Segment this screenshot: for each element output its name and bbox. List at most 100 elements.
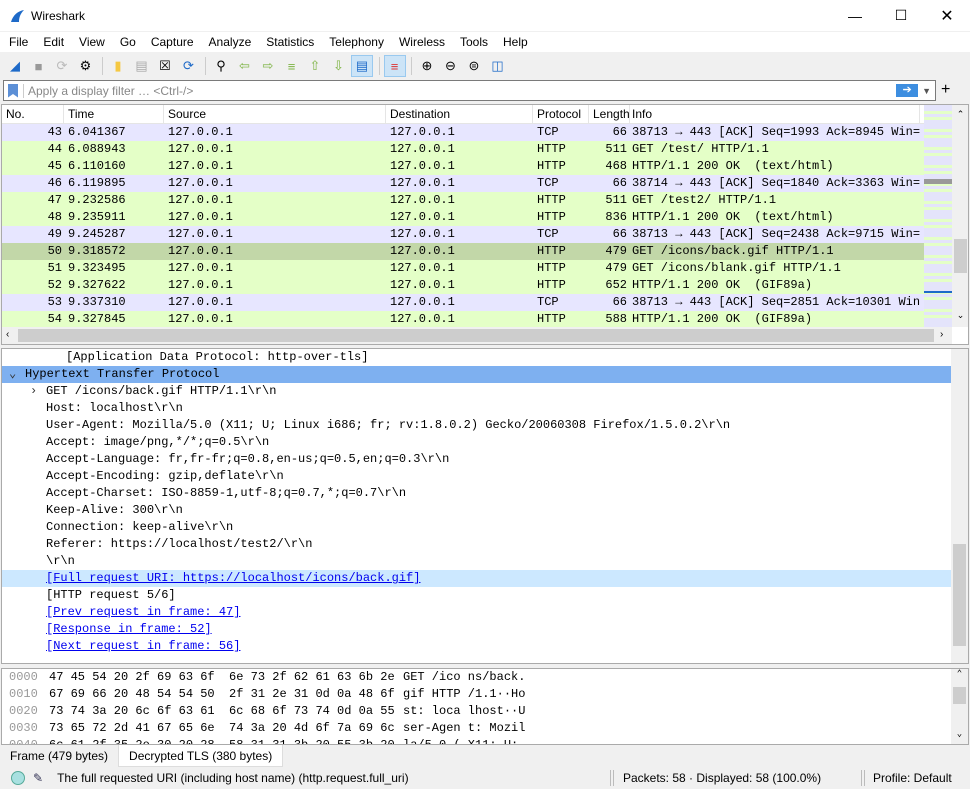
packet-minimap[interactable] bbox=[924, 105, 952, 327]
menu-go[interactable]: Go bbox=[111, 32, 142, 52]
profile-indicator[interactable]: Profile: Default bbox=[873, 771, 952, 785]
menu-analyze[interactable]: Analyze bbox=[200, 32, 258, 52]
packet-row[interactable]: 43 6.041367 127.0.0.1 127.0.0.1 TCP 66 38713 →… bbox=[2, 124, 924, 141]
detail-tree-item[interactable]: [Prev request in frame: 47] bbox=[2, 604, 968, 621]
byte-tab[interactable]: Decrypted TLS (380 bytes) bbox=[118, 745, 284, 767]
menu-capture[interactable]: Capture bbox=[142, 32, 200, 52]
packet-row[interactable]: 52 9.327622 127.0.0.1 127.0.0.1 HTTP 652 HTTP/… bbox=[2, 277, 924, 294]
packet-row[interactable]: 46 6.119895 127.0.0.1 127.0.0.1 TCP 66 38714 →… bbox=[2, 175, 924, 192]
collapsed-arrow-icon[interactable]: › bbox=[30, 383, 37, 400]
first-packet-icon[interactable]: ⇧ bbox=[304, 55, 326, 77]
detail-tree-item[interactable]: [Response in frame: 52] bbox=[2, 621, 968, 638]
maximize-button[interactable]: ☐ bbox=[878, 0, 924, 31]
add-filter-button-icon[interactable]: + bbox=[941, 80, 950, 100]
restart-capture-icon[interactable]: ⟳ bbox=[51, 55, 73, 77]
detail-tree-item[interactable]: [Full request URI: https://localhost/ico… bbox=[2, 570, 952, 587]
hex-bytes[interactable]: 73 74 3a 20 6c 6f 63 61 6c 68 6f 73 74 0… bbox=[44, 703, 403, 720]
normal-size-icon[interactable]: ⊜ bbox=[463, 55, 485, 77]
detail-link[interactable]: [Next request in frame: 56] bbox=[46, 639, 240, 653]
detail-tree-item[interactable]: Connection: keep-alive\r\n bbox=[2, 519, 968, 536]
packet-list-vertical-scrollbar[interactable]: ⌃ ⌄ bbox=[952, 105, 968, 327]
detail-tree-item[interactable]: › GET /icons/back.gif HTTP/1.1\r\n bbox=[2, 383, 968, 400]
find-packet-icon[interactable]: ⚲ bbox=[210, 55, 232, 77]
hex-bytes[interactable]: 47 45 54 20 2f 69 63 6f 6e 73 2f 62 61 6… bbox=[44, 669, 403, 686]
detail-tree-item[interactable]: User-Agent: Mozilla/5.0 (X11; U; Linux i… bbox=[2, 417, 968, 434]
packet-row[interactable]: 53 9.337310 127.0.0.1 127.0.0.1 TCP 66 38713 →… bbox=[2, 294, 924, 311]
zoom-in-icon[interactable]: ⊕ bbox=[416, 55, 438, 77]
capture-comment-icon[interactable]: ✎ bbox=[33, 771, 43, 785]
go-to-packet-icon[interactable]: ≡ bbox=[281, 55, 303, 77]
packet-row[interactable]: 49 9.245287 127.0.0.1 127.0.0.1 TCP 66 38713 →… bbox=[2, 226, 924, 243]
column-header-time[interactable]: Time bbox=[64, 105, 164, 123]
close-button[interactable]: ✕ bbox=[924, 0, 970, 31]
hex-ascii[interactable]: st: loca lhost··U bbox=[403, 703, 525, 720]
bytes-vertical-scrollbar[interactable]: ⌃ ⌄ bbox=[951, 669, 968, 744]
menu-edit[interactable]: Edit bbox=[34, 32, 70, 52]
reload-file-icon[interactable]: ⟳ bbox=[178, 55, 200, 77]
capture-options-icon[interactable]: ⚙ bbox=[75, 55, 97, 77]
detail-link[interactable]: [Full request URI: https://localhost/ico… bbox=[46, 571, 420, 585]
packet-row[interactable]: 54 9.327845 127.0.0.1 127.0.0.1 HTTP 588 HTTP/… bbox=[2, 311, 924, 328]
packet-row[interactable]: 44 6.088943 127.0.0.1 127.0.0.1 HTTP 511 GET /… bbox=[2, 141, 924, 158]
packet-row[interactable]: 50 9.318572 127.0.0.1 127.0.0.1 HTTP 479 GET /… bbox=[2, 243, 924, 260]
menu-view[interactable]: View bbox=[70, 32, 111, 52]
packet-list-horizontal-scrollbar[interactable]: ‹ › bbox=[2, 327, 952, 344]
detail-tree-item[interactable]: Accept: image/png,*/*;q=0.5\r\n bbox=[2, 434, 968, 451]
last-packet-icon[interactable]: ⇩ bbox=[328, 55, 350, 77]
hex-bytes[interactable]: 67 69 66 20 48 54 54 50 2f 31 2e 31 0d 0… bbox=[44, 686, 403, 703]
minimize-button[interactable]: — bbox=[832, 0, 878, 31]
hex-offset[interactable]: 0010 bbox=[2, 686, 44, 703]
detail-tree-item[interactable]: \r\n bbox=[2, 553, 968, 570]
packet-row[interactable]: 51 9.323495 127.0.0.1 127.0.0.1 HTTP 479 GET /… bbox=[2, 260, 924, 277]
details-vertical-scrollbar[interactable] bbox=[951, 349, 968, 663]
detail-tree-item[interactable]: Referer: https://localhost/test2/\r\n bbox=[2, 536, 968, 553]
column-header-info[interactable]: Info bbox=[630, 105, 920, 123]
display-filter-input[interactable]: Apply a display filter … <Ctrl-/> bbox=[23, 83, 896, 98]
menu-statistics[interactable]: Statistics bbox=[257, 32, 320, 52]
apply-filter-arrow-icon[interactable]: ➔ bbox=[896, 84, 919, 97]
save-file-icon[interactable]: ▤ bbox=[131, 55, 153, 77]
packet-row[interactable]: 48 9.235911 127.0.0.1 127.0.0.1 HTTP 836 HTTP/… bbox=[2, 209, 924, 226]
open-file-icon[interactable]: ▮ bbox=[107, 55, 129, 77]
detail-tree-item[interactable]: Accept-Language: fr,fr-fr;q=0.8,en-us;q=… bbox=[2, 451, 968, 468]
detail-tree-item[interactable]: Accept-Encoding: gzip,deflate\r\n bbox=[2, 468, 968, 485]
detail-tree-item[interactable]: [Next request in frame: 56] bbox=[2, 638, 968, 655]
menu-file[interactable]: File bbox=[0, 32, 34, 52]
detail-link[interactable]: [Response in frame: 52] bbox=[46, 622, 212, 636]
column-header-protocol[interactable]: Protocol bbox=[533, 105, 589, 123]
zoom-out-icon[interactable]: ⊖ bbox=[440, 55, 462, 77]
column-header-destination[interactable]: Destination bbox=[386, 105, 533, 123]
hex-ascii[interactable]: GET /ico ns/back. bbox=[403, 669, 525, 686]
hex-offset[interactable]: 0030 bbox=[2, 720, 44, 737]
hex-offset[interactable]: 0040 bbox=[2, 737, 44, 744]
column-header-source[interactable]: Source bbox=[164, 105, 386, 123]
menu-telephony[interactable]: Telephony bbox=[320, 32, 390, 52]
detail-tree-item[interactable]: Accept-Charset: ISO-8859-1,utf-8;q=0.7,*… bbox=[2, 485, 968, 502]
go-forward-icon[interactable]: ⇨ bbox=[257, 55, 279, 77]
hex-offset[interactable]: 0020 bbox=[2, 703, 44, 720]
packet-row[interactable]: 47 9.232586 127.0.0.1 127.0.0.1 HTTP 511 GET /… bbox=[2, 192, 924, 209]
detail-link[interactable]: [Prev request in frame: 47] bbox=[46, 605, 240, 619]
hex-bytes[interactable]: 6c 61 2f 35 2e 30 20 28 58 31 31 3b 20 5… bbox=[44, 737, 403, 744]
packet-row[interactable]: 45 6.110160 127.0.0.1 127.0.0.1 HTTP 468 HTTP/… bbox=[2, 158, 924, 175]
start-capture-icon[interactable]: ◢ bbox=[4, 55, 26, 77]
menu-help[interactable]: Help bbox=[494, 32, 534, 52]
hex-ascii[interactable]: gif HTTP /1.1··Ho bbox=[403, 686, 525, 703]
hex-ascii[interactable]: la/5.0 ( X11; U; bbox=[403, 737, 518, 744]
expert-info-icon[interactable] bbox=[11, 771, 25, 785]
menu-tools[interactable]: Tools bbox=[451, 32, 494, 52]
detail-tree-item[interactable]: Host: localhost\r\n bbox=[2, 400, 968, 417]
hex-offset[interactable]: 0000 bbox=[2, 669, 44, 686]
detail-tree-item[interactable]: [Application Data Protocol: http-over-tl… bbox=[2, 349, 968, 366]
detail-tree-item[interactable]: Keep-Alive: 300\r\n bbox=[2, 502, 968, 519]
close-file-icon[interactable]: ☒ bbox=[154, 55, 176, 77]
hex-ascii[interactable]: ser-Agen t: Mozil bbox=[403, 720, 525, 737]
stop-capture-icon[interactable]: ■ bbox=[28, 55, 50, 77]
colorize-icon[interactable]: ≡ bbox=[383, 55, 406, 77]
menu-wireless[interactable]: Wireless bbox=[390, 32, 451, 52]
expanded-arrow-icon[interactable]: ⌄ bbox=[9, 366, 16, 383]
filter-dropdown-icon[interactable]: ▼ bbox=[922, 86, 931, 96]
bookmark-icon[interactable] bbox=[8, 83, 18, 98]
detail-tree-item[interactable]: [HTTP request 5/6] bbox=[2, 587, 968, 604]
detail-tree-item[interactable]: ⌄ Hypertext Transfer Protocol bbox=[2, 366, 952, 383]
